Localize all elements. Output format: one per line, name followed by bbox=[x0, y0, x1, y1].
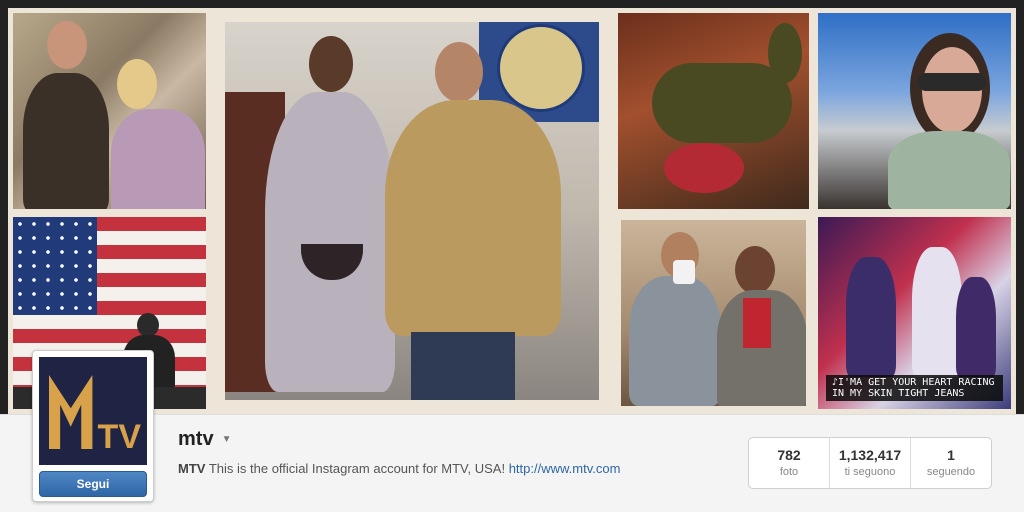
seal-emblem bbox=[497, 24, 585, 112]
username[interactable]: mtv bbox=[178, 428, 214, 451]
red-shirt bbox=[743, 298, 771, 348]
person-body bbox=[385, 100, 561, 336]
performer bbox=[912, 247, 962, 377]
photo-tile[interactable] bbox=[813, 8, 1016, 214]
stat-followers[interactable]: 1,132,417 ti seguono bbox=[830, 438, 911, 488]
person-head bbox=[117, 59, 157, 109]
photo-image: ♪I'MA GET YOUR HEART RACING IN MY SKIN T… bbox=[818, 217, 1011, 409]
stat-photos[interactable]: 782 foto bbox=[749, 438, 830, 488]
performer bbox=[846, 257, 896, 377]
photo-image bbox=[618, 13, 809, 209]
person-head bbox=[309, 36, 353, 92]
person-body bbox=[111, 109, 205, 209]
person-body bbox=[629, 276, 721, 406]
bio-text: This is the official Instagram account f… bbox=[208, 461, 506, 476]
sunglasses bbox=[918, 73, 986, 91]
superhero-cutout bbox=[265, 92, 395, 392]
photo-image bbox=[225, 22, 599, 400]
stat-label: foto bbox=[779, 466, 799, 478]
chevron-down-icon[interactable]: ▼ bbox=[222, 434, 232, 445]
avatar[interactable]: TV bbox=[39, 357, 147, 465]
photo-tile[interactable] bbox=[613, 212, 814, 414]
stat-value: 1 bbox=[947, 447, 955, 463]
photo-image bbox=[818, 13, 1011, 209]
flag-canton bbox=[13, 217, 97, 315]
mtv-logo-tv: TV bbox=[97, 418, 141, 456]
coffee-mug bbox=[673, 260, 695, 284]
person-head bbox=[47, 21, 87, 69]
flower-arrangement bbox=[664, 143, 744, 193]
photo-image bbox=[13, 13, 206, 209]
topiary-head bbox=[768, 23, 802, 83]
profile-stats: 782 foto 1,132,417 ti seguono 1 seguendo bbox=[748, 437, 992, 489]
bio-name: MTV bbox=[178, 461, 206, 476]
photo-tile[interactable] bbox=[613, 8, 814, 214]
stat-label: seguendo bbox=[926, 466, 976, 478]
avatar-card: TV Segui bbox=[32, 350, 154, 502]
performer bbox=[956, 277, 996, 377]
photo-tile[interactable] bbox=[8, 8, 211, 214]
stat-value: 1,132,417 bbox=[838, 447, 902, 463]
jeans bbox=[411, 332, 515, 400]
person-head bbox=[735, 246, 775, 294]
photo-image bbox=[621, 220, 806, 406]
person-head bbox=[137, 313, 159, 337]
photo-tile[interactable]: ♪I'MA GET YOUR HEART RACING IN MY SKIN T… bbox=[813, 212, 1016, 414]
stat-label: ti seguono bbox=[844, 466, 896, 478]
stat-following[interactable]: 1 seguendo bbox=[911, 438, 991, 488]
person-body bbox=[23, 73, 109, 209]
profile-bio: MTV This is the official Instagram accou… bbox=[178, 461, 620, 476]
photo-caption: ♪I'MA GET YOUR HEART RACING IN MY SKIN T… bbox=[826, 375, 1003, 401]
person-head bbox=[435, 42, 483, 102]
topiary-donkey bbox=[652, 63, 792, 143]
follow-button[interactable]: Segui bbox=[39, 471, 147, 497]
bio-link[interactable]: http://www.mtv.com bbox=[509, 461, 621, 476]
photo-tile[interactable] bbox=[211, 8, 613, 414]
scarf bbox=[888, 131, 1010, 209]
stat-value: 782 bbox=[777, 447, 801, 463]
username-row: mtv ▼ bbox=[178, 428, 231, 451]
